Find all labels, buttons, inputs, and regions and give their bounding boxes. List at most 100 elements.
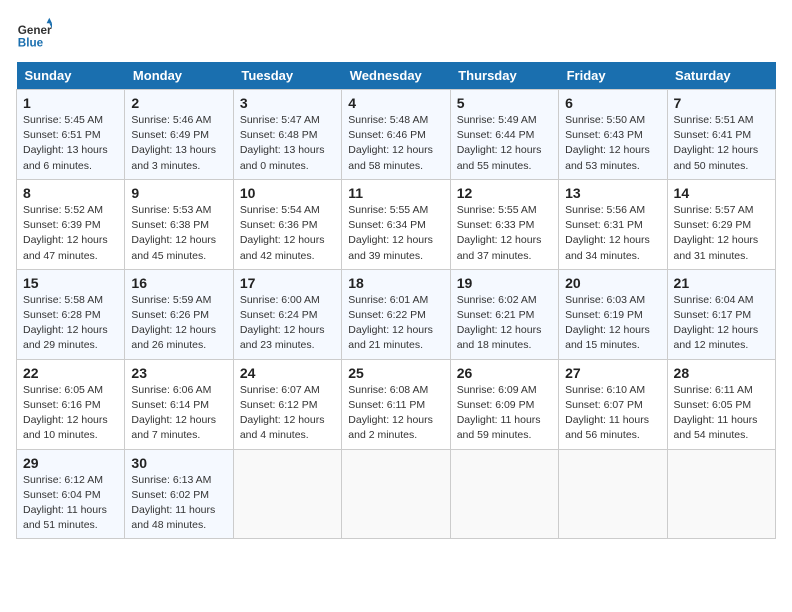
sunset-text: Sunset: 6:26 PM xyxy=(131,309,209,321)
daylight-text: Daylight: 12 hours and 31 minutes. xyxy=(674,234,759,261)
sunrise-text: Sunrise: 6:06 AM xyxy=(131,384,211,396)
daylight-text: Daylight: 11 hours and 48 minutes. xyxy=(131,504,215,531)
daylight-text: Daylight: 12 hours and 18 minutes. xyxy=(457,324,542,351)
sunset-text: Sunset: 6:09 PM xyxy=(457,399,535,411)
sunrise-text: Sunrise: 5:56 AM xyxy=(565,204,645,216)
day-number: 11 xyxy=(348,185,443,201)
sunset-text: Sunset: 6:07 PM xyxy=(565,399,643,411)
daylight-text: Daylight: 13 hours and 0 minutes. xyxy=(240,144,325,171)
day-number: 2 xyxy=(131,95,226,111)
day-number: 25 xyxy=(348,365,443,381)
calendar-week-2: 8 Sunrise: 5:52 AM Sunset: 6:39 PM Dayli… xyxy=(17,179,776,269)
sunrise-text: Sunrise: 5:50 AM xyxy=(565,114,645,126)
sunrise-text: Sunrise: 6:10 AM xyxy=(565,384,645,396)
sunrise-text: Sunrise: 6:04 AM xyxy=(674,294,754,306)
sunset-text: Sunset: 6:48 PM xyxy=(240,129,318,141)
sunrise-text: Sunrise: 5:55 AM xyxy=(457,204,537,216)
calendar-cell: 4 Sunrise: 5:48 AM Sunset: 6:46 PM Dayli… xyxy=(342,90,450,180)
calendar-cell: 24 Sunrise: 6:07 AM Sunset: 6:12 PM Dayl… xyxy=(233,359,341,449)
day-number: 16 xyxy=(131,275,226,291)
day-number: 10 xyxy=(240,185,335,201)
weekday-header-friday: Friday xyxy=(559,62,667,90)
sunset-text: Sunset: 6:28 PM xyxy=(23,309,101,321)
sunset-text: Sunset: 6:46 PM xyxy=(348,129,426,141)
calendar-cell xyxy=(233,449,341,539)
sunset-text: Sunset: 6:34 PM xyxy=(348,219,426,231)
calendar-cell: 26 Sunrise: 6:09 AM Sunset: 6:09 PM Dayl… xyxy=(450,359,558,449)
sunset-text: Sunset: 6:04 PM xyxy=(23,489,101,501)
daylight-text: Daylight: 12 hours and 12 minutes. xyxy=(674,324,759,351)
calendar-cell: 23 Sunrise: 6:06 AM Sunset: 6:14 PM Dayl… xyxy=(125,359,233,449)
daylight-text: Daylight: 12 hours and 29 minutes. xyxy=(23,324,108,351)
sunrise-text: Sunrise: 5:57 AM xyxy=(674,204,754,216)
day-number: 8 xyxy=(23,185,118,201)
svg-text:Blue: Blue xyxy=(18,37,44,50)
calendar-body: 1 Sunrise: 5:45 AM Sunset: 6:51 PM Dayli… xyxy=(17,90,776,539)
day-number: 18 xyxy=(348,275,443,291)
calendar-cell: 21 Sunrise: 6:04 AM Sunset: 6:17 PM Dayl… xyxy=(667,269,775,359)
calendar-cell: 3 Sunrise: 5:47 AM Sunset: 6:48 PM Dayli… xyxy=(233,90,341,180)
weekday-header-thursday: Thursday xyxy=(450,62,558,90)
sunrise-text: Sunrise: 5:58 AM xyxy=(23,294,103,306)
sunset-text: Sunset: 6:14 PM xyxy=(131,399,209,411)
sunrise-text: Sunrise: 6:12 AM xyxy=(23,474,103,486)
daylight-text: Daylight: 12 hours and 45 minutes. xyxy=(131,234,216,261)
calendar-cell: 30 Sunrise: 6:13 AM Sunset: 6:02 PM Dayl… xyxy=(125,449,233,539)
calendar-week-5: 29 Sunrise: 6:12 AM Sunset: 6:04 PM Dayl… xyxy=(17,449,776,539)
sunset-text: Sunset: 6:44 PM xyxy=(457,129,535,141)
calendar-cell: 19 Sunrise: 6:02 AM Sunset: 6:21 PM Dayl… xyxy=(450,269,558,359)
sunrise-text: Sunrise: 6:11 AM xyxy=(674,384,753,396)
day-number: 22 xyxy=(23,365,118,381)
sunrise-text: Sunrise: 6:00 AM xyxy=(240,294,320,306)
sunrise-text: Sunrise: 5:52 AM xyxy=(23,204,103,216)
sunset-text: Sunset: 6:19 PM xyxy=(565,309,643,321)
sunrise-text: Sunrise: 6:13 AM xyxy=(131,474,211,486)
sunrise-text: Sunrise: 6:01 AM xyxy=(348,294,428,306)
sunrise-text: Sunrise: 5:53 AM xyxy=(131,204,211,216)
weekday-header-sunday: Sunday xyxy=(17,62,125,90)
sunrise-text: Sunrise: 6:08 AM xyxy=(348,384,428,396)
sunset-text: Sunset: 6:51 PM xyxy=(23,129,101,141)
day-number: 27 xyxy=(565,365,660,381)
sunset-text: Sunset: 6:17 PM xyxy=(674,309,752,321)
daylight-text: Daylight: 12 hours and 53 minutes. xyxy=(565,144,650,171)
day-number: 30 xyxy=(131,455,226,471)
day-number: 17 xyxy=(240,275,335,291)
day-number: 29 xyxy=(23,455,118,471)
calendar-cell: 1 Sunrise: 5:45 AM Sunset: 6:51 PM Dayli… xyxy=(17,90,125,180)
calendar-cell xyxy=(450,449,558,539)
daylight-text: Daylight: 12 hours and 55 minutes. xyxy=(457,144,542,171)
daylight-text: Daylight: 11 hours and 59 minutes. xyxy=(457,414,541,441)
sunset-text: Sunset: 6:49 PM xyxy=(131,129,209,141)
daylight-text: Daylight: 12 hours and 58 minutes. xyxy=(348,144,433,171)
daylight-text: Daylight: 12 hours and 34 minutes. xyxy=(565,234,650,261)
sunrise-text: Sunrise: 6:09 AM xyxy=(457,384,537,396)
calendar-cell: 7 Sunrise: 5:51 AM Sunset: 6:41 PM Dayli… xyxy=(667,90,775,180)
calendar-header: SundayMondayTuesdayWednesdayThursdayFrid… xyxy=(17,62,776,90)
sunset-text: Sunset: 6:02 PM xyxy=(131,489,209,501)
calendar-cell: 18 Sunrise: 6:01 AM Sunset: 6:22 PM Dayl… xyxy=(342,269,450,359)
calendar-cell: 11 Sunrise: 5:55 AM Sunset: 6:34 PM Dayl… xyxy=(342,179,450,269)
sunset-text: Sunset: 6:11 PM xyxy=(348,399,425,411)
daylight-text: Daylight: 11 hours and 54 minutes. xyxy=(674,414,758,441)
calendar-cell xyxy=(559,449,667,539)
sunset-text: Sunset: 6:36 PM xyxy=(240,219,318,231)
day-number: 28 xyxy=(674,365,769,381)
calendar-table: SundayMondayTuesdayWednesdayThursdayFrid… xyxy=(16,62,776,539)
daylight-text: Daylight: 13 hours and 6 minutes. xyxy=(23,144,108,171)
calendar-week-4: 22 Sunrise: 6:05 AM Sunset: 6:16 PM Dayl… xyxy=(17,359,776,449)
sunrise-text: Sunrise: 5:46 AM xyxy=(131,114,211,126)
daylight-text: Daylight: 12 hours and 23 minutes. xyxy=(240,324,325,351)
sunset-text: Sunset: 6:31 PM xyxy=(565,219,643,231)
weekday-header-saturday: Saturday xyxy=(667,62,775,90)
day-number: 24 xyxy=(240,365,335,381)
day-number: 20 xyxy=(565,275,660,291)
calendar-cell xyxy=(667,449,775,539)
sunset-text: Sunset: 6:41 PM xyxy=(674,129,752,141)
day-number: 7 xyxy=(674,95,769,111)
calendar-cell: 20 Sunrise: 6:03 AM Sunset: 6:19 PM Dayl… xyxy=(559,269,667,359)
calendar-cell: 2 Sunrise: 5:46 AM Sunset: 6:49 PM Dayli… xyxy=(125,90,233,180)
daylight-text: Daylight: 12 hours and 37 minutes. xyxy=(457,234,542,261)
daylight-text: Daylight: 12 hours and 21 minutes. xyxy=(348,324,433,351)
weekday-header-wednesday: Wednesday xyxy=(342,62,450,90)
